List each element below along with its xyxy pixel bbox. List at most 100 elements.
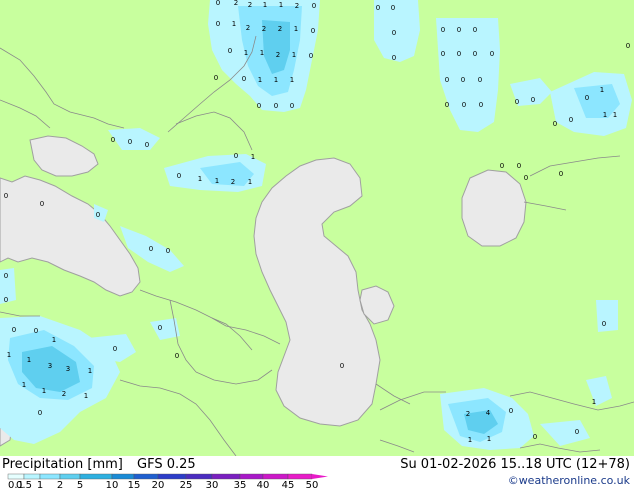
map-number: 4 [486,409,491,417]
map-footer: Precipitation [mm] GFS 0.25 Su 01-02-202… [0,456,634,490]
legend-swatch [185,473,213,480]
map-number: 1 [290,76,294,84]
map-number: 1 [22,381,26,389]
map-number: 0 [96,211,100,219]
legend-label: 35 [234,480,247,490]
map-number: 3 [48,362,52,370]
map-number: 0 [228,47,232,55]
legend-swatch [133,473,159,480]
legend-swatch [239,473,264,480]
legend-swatch [59,473,81,480]
map-number: 1 [198,175,202,183]
map-number: 2 [295,2,299,10]
map-number: 0 [4,192,8,200]
map-number: 0 [128,138,132,146]
legend-swatch [111,473,135,480]
map-number: 0 [214,74,218,82]
legend-swatch [39,473,61,480]
map-number: 0 [457,26,461,34]
map-number: 0 [175,352,179,360]
map-number: 0 [166,247,170,255]
legend-label: 1 [37,480,43,490]
map-number: 1 [42,387,46,395]
legend-label: 0.5 [16,480,32,490]
credit-link[interactable]: ©weatheronline.co.uk [508,474,630,487]
map-number: 0 [585,94,589,102]
map-number: 0 [473,50,477,58]
map-number: 2 [231,178,235,186]
map-number: 2 [278,25,282,33]
map-number: 0 [257,102,261,110]
map-number: 1 [487,435,491,443]
map-number: 0 [531,96,535,104]
map-number: 0 [445,76,449,84]
map-number: 0 [111,136,115,144]
map-number: 1 [27,356,31,364]
map-number: 1 [613,111,617,119]
map-number: 2 [248,1,252,9]
map-number: 1 [468,436,472,444]
map-number: 0 [391,4,395,12]
map-number: 0 [461,76,465,84]
legend-swatch [79,473,113,480]
map-number: 1 [294,25,298,33]
map-number: 0 [376,4,380,12]
map-number: 0 [559,170,563,178]
map-number: 1 [84,392,88,400]
legend-swatch [262,473,289,480]
map-number: 0 [274,102,278,110]
map-number: 0 [242,75,246,83]
map-number: 1 [248,178,252,186]
map-number: 1 [279,1,283,9]
map-number: 0 [392,54,396,62]
precipitation-map[interactable]: 0 2 2 1 1 2 0 0 1 2 2 2 1 0 0 1 1 2 1 0 … [0,0,634,456]
map-number: 2 [262,25,266,33]
map-number: 1 [603,111,607,119]
chart-title: Precipitation [mm] GFS 0.25 [2,457,196,472]
map-number: 0 [479,101,483,109]
map-number: 0 [626,42,630,50]
map-number: 1 [600,86,604,94]
map-number: 0 [311,27,315,35]
map-number: 0 [602,320,606,328]
color-scale-legend: 0.10.5 1 2 5 10 15 20 25 30 35 40 45 50 [7,473,328,490]
map-number: 0 [4,296,8,304]
map-number: 0 [533,433,537,441]
map-number: 0 [441,50,445,58]
legend-label: 15 [128,480,141,490]
map-canvas: 0 2 2 1 1 2 0 0 1 2 2 2 1 0 0 1 1 2 1 0 … [0,0,634,456]
map-number: 0 [509,407,513,415]
map-number: 0 [524,174,528,182]
legend-label: 10 [106,480,119,490]
map-number: 0 [553,120,557,128]
title-model: GFS 0.25 [137,457,196,472]
map-number: 1 [292,51,296,59]
map-number: 0 [145,141,149,149]
map-number: 0 [309,52,313,60]
aral-sea [461,169,527,247]
legend-swatch [211,473,241,480]
map-number: 1 [258,76,262,84]
map-number: 2 [276,51,280,59]
map-number: 2 [466,410,470,418]
map-number: 1 [263,1,267,9]
legend-swatch [23,473,41,480]
legend-label: 25 [180,480,193,490]
map-number: 0 [575,428,579,436]
legend-swatch [157,473,187,480]
title-label: Precipitation [mm] [2,457,123,472]
map-number: 0 [113,345,117,353]
legend-swatch [287,473,313,480]
map-number: 0 [38,409,42,417]
legend-label: 2 [57,480,63,490]
map-number: 0 [392,29,396,37]
map-number: 1 [215,177,219,185]
map-number: 0 [457,50,461,58]
valid-time: Su 01-02-2026 15..18 UTC (12+78) [400,457,630,472]
map-number: 1 [232,20,236,28]
map-number: 0 [462,101,466,109]
map-number: 0 [490,50,494,58]
legend-label: 20 [152,480,165,490]
map-number: 0 [149,245,153,253]
map-number: 0 [290,102,294,110]
